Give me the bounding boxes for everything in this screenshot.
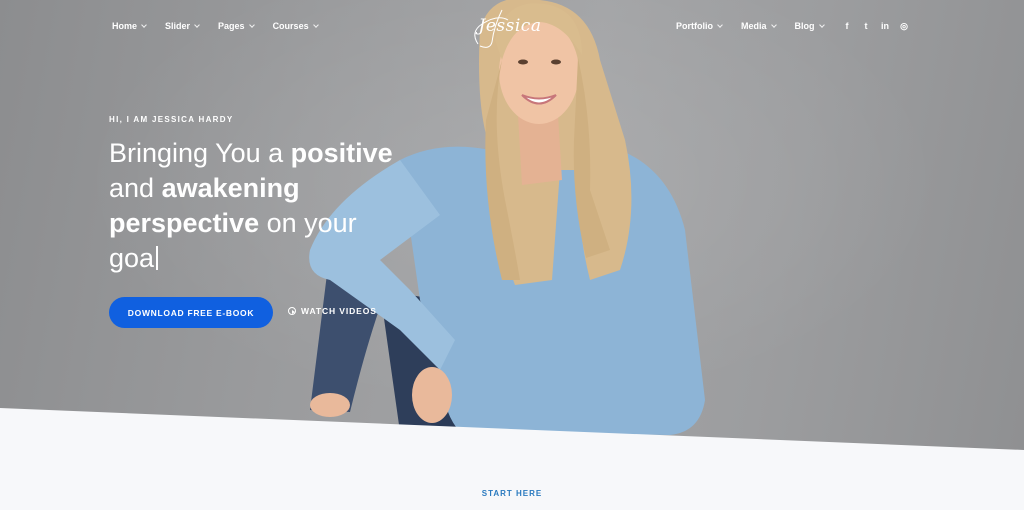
start-here-label: START HERE [481, 489, 543, 498]
section-divider [0, 408, 1024, 510]
